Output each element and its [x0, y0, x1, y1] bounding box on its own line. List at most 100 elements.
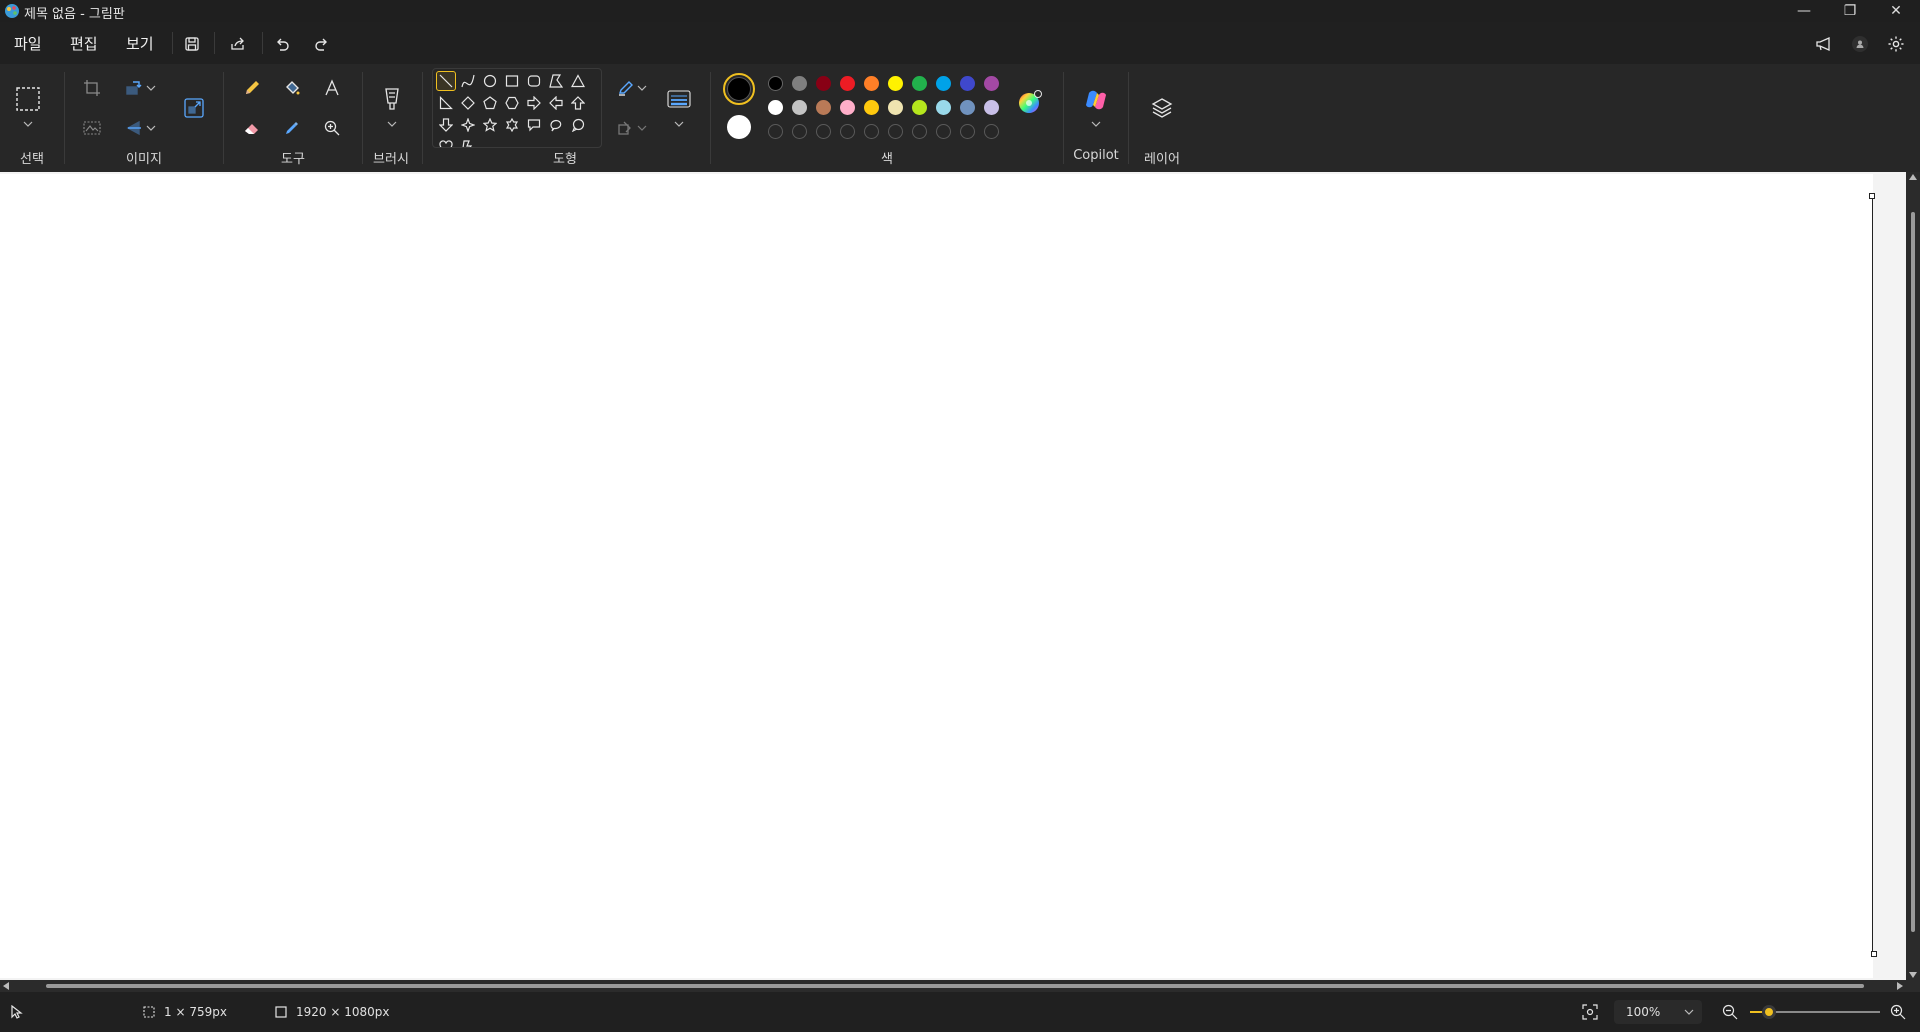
- canvas-resize-handle-bottom[interactable]: [1871, 951, 1877, 957]
- vertical-scrollbar[interactable]: [1906, 172, 1920, 980]
- custom-color-slot[interactable]: [984, 124, 999, 139]
- palette-color-swatch[interactable]: [816, 76, 831, 91]
- rotate-chevron-icon[interactable]: [143, 74, 159, 102]
- scroll-down-arrow-icon[interactable]: [1909, 972, 1917, 978]
- drawing-canvas[interactable]: [0, 174, 1873, 978]
- horizontal-scrollbar[interactable]: [0, 980, 1920, 992]
- select-chevron-icon[interactable]: [14, 114, 42, 134]
- palette-color-swatch[interactable]: [792, 100, 807, 115]
- palette-color-swatch[interactable]: [768, 76, 783, 91]
- palette-color-swatch[interactable]: [912, 76, 927, 91]
- brush-chevron-icon[interactable]: [378, 114, 406, 134]
- palette-color-swatch[interactable]: [984, 100, 999, 115]
- oval-callout-shape-icon[interactable]: [546, 115, 566, 135]
- palette-color-swatch[interactable]: [888, 100, 903, 115]
- five-point-star-shape-icon[interactable]: [480, 115, 500, 135]
- line-shape-icon[interactable]: [436, 71, 456, 91]
- redo-icon[interactable]: [308, 30, 336, 58]
- restore-button[interactable]: ❐: [1827, 0, 1873, 22]
- palette-color-swatch[interactable]: [840, 100, 855, 115]
- color-picker-icon[interactable]: [278, 114, 306, 142]
- pencil-icon[interactable]: [238, 74, 266, 102]
- up-arrow-shape-icon[interactable]: [568, 93, 588, 113]
- vertical-scroll-thumb[interactable]: [1911, 212, 1915, 932]
- rectangle-select-icon[interactable]: [13, 84, 43, 114]
- layers-icon[interactable]: [1148, 94, 1176, 122]
- crop-icon[interactable]: [78, 74, 106, 102]
- palette-color-swatch[interactable]: [816, 100, 831, 115]
- cloud-callout-shape-icon[interactable]: [568, 115, 588, 135]
- lightning-shape-icon[interactable]: [458, 137, 478, 147]
- menu-file[interactable]: 파일: [14, 33, 42, 54]
- zoom-out-icon[interactable]: [1722, 1004, 1738, 1020]
- eraser-icon[interactable]: [238, 114, 266, 142]
- custom-color-slot[interactable]: [792, 124, 807, 139]
- scroll-up-arrow-icon[interactable]: [1909, 174, 1917, 180]
- custom-color-slot[interactable]: [936, 124, 951, 139]
- down-arrow-shape-icon[interactable]: [436, 115, 456, 135]
- account-avatar[interactable]: [1846, 30, 1874, 58]
- rectangle-shape-icon[interactable]: [502, 71, 522, 91]
- palette-color-swatch[interactable]: [984, 76, 999, 91]
- palette-color-swatch[interactable]: [888, 76, 903, 91]
- brush-icon[interactable]: [377, 84, 407, 114]
- menu-view[interactable]: 보기: [126, 33, 154, 54]
- custom-color-slot[interactable]: [912, 124, 927, 139]
- horizontal-scroll-thumb[interactable]: [46, 984, 1864, 988]
- custom-color-slot[interactable]: [960, 124, 975, 139]
- share-icon[interactable]: [224, 30, 252, 58]
- primary-color-button[interactable]: [723, 73, 755, 105]
- triangle-shape-icon[interactable]: [568, 71, 588, 91]
- fit-to-window-icon[interactable]: [1582, 1004, 1598, 1020]
- palette-color-swatch[interactable]: [912, 100, 927, 115]
- diamond-shape-icon[interactable]: [458, 93, 478, 113]
- custom-color-slot[interactable]: [816, 124, 831, 139]
- image-background-icon[interactable]: [78, 114, 106, 142]
- secondary-color-button[interactable]: [727, 115, 751, 139]
- fill-bucket-icon[interactable]: [278, 74, 306, 102]
- line-size-icon[interactable]: [665, 86, 693, 114]
- palette-color-swatch[interactable]: [936, 100, 951, 115]
- zoom-in-icon[interactable]: [1890, 1004, 1906, 1020]
- copilot-chevron-icon[interactable]: [1082, 114, 1110, 134]
- palette-color-swatch[interactable]: [936, 76, 951, 91]
- zoom-slider[interactable]: [1750, 1004, 1880, 1020]
- six-point-star-shape-icon[interactable]: [502, 115, 522, 135]
- left-arrow-shape-icon[interactable]: [546, 93, 566, 113]
- custom-color-slot[interactable]: [768, 124, 783, 139]
- shape-outline-chevron-icon[interactable]: [634, 74, 650, 102]
- rectangular-callout-shape-icon[interactable]: [524, 115, 544, 135]
- rounded-rectangle-shape-icon[interactable]: [524, 71, 544, 91]
- custom-color-slot[interactable]: [840, 124, 855, 139]
- pentagon-shape-icon[interactable]: [480, 93, 500, 113]
- palette-color-swatch[interactable]: [792, 76, 807, 91]
- custom-color-slot[interactable]: [864, 124, 879, 139]
- palette-color-swatch[interactable]: [840, 76, 855, 91]
- copilot-icon[interactable]: [1082, 86, 1110, 114]
- scroll-right-arrow-icon[interactable]: [1897, 982, 1903, 990]
- right-triangle-shape-icon[interactable]: [436, 93, 456, 113]
- oval-shape-icon[interactable]: [480, 71, 500, 91]
- zoom-slider-thumb[interactable]: [1762, 1005, 1776, 1019]
- palette-color-swatch[interactable]: [960, 100, 975, 115]
- edit-colors-icon[interactable]: [1016, 88, 1044, 116]
- heart-shape-icon[interactable]: [436, 137, 456, 147]
- announcement-icon[interactable]: [1810, 30, 1838, 58]
- four-point-star-shape-icon[interactable]: [458, 115, 478, 135]
- palette-color-swatch[interactable]: [864, 76, 879, 91]
- flip-chevron-icon[interactable]: [143, 114, 159, 142]
- polygon-shape-icon[interactable]: [546, 71, 566, 91]
- close-button[interactable]: ✕: [1873, 0, 1919, 22]
- canvas-resize-handle-top[interactable]: [1869, 193, 1875, 199]
- hexagon-shape-icon[interactable]: [502, 93, 522, 113]
- shape-fill-chevron-icon[interactable]: [634, 114, 650, 142]
- minimize-button[interactable]: —: [1781, 0, 1827, 22]
- save-icon[interactable]: [178, 30, 206, 58]
- palette-color-swatch[interactable]: [960, 76, 975, 91]
- magnifier-icon[interactable]: [318, 114, 346, 142]
- scroll-left-arrow-icon[interactable]: [3, 982, 9, 990]
- undo-icon[interactable]: [268, 30, 296, 58]
- right-arrow-shape-icon[interactable]: [524, 93, 544, 113]
- text-tool-icon[interactable]: [318, 74, 346, 102]
- menu-edit[interactable]: 편집: [70, 33, 98, 54]
